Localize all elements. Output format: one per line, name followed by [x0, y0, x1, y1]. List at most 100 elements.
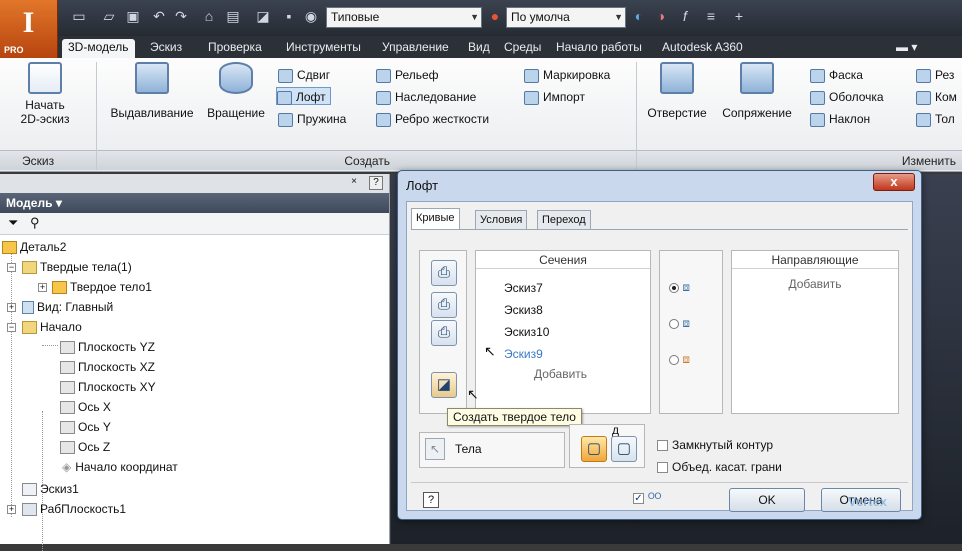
help-icon[interactable]: ? [369, 176, 383, 190]
tab-conditions[interactable]: Условия [475, 210, 528, 230]
tab-manage[interactable]: Управление [376, 39, 455, 58]
home-icon[interactable]: ⌂ [200, 8, 218, 25]
tree-node-sketch1[interactable]: Эскиз1 [22, 479, 79, 499]
output-solid-icon[interactable]: ▢ [581, 436, 607, 462]
section-item[interactable]: Эскиз9 [504, 347, 543, 361]
tree-node-solid-bodies[interactable]: Твердые тела(1) [22, 257, 132, 277]
new-file-icon[interactable]: ▭ [70, 8, 88, 25]
adjust-icon[interactable]: ◐ [630, 8, 648, 25]
move-up-icon[interactable]: ⎙ [431, 260, 457, 286]
chamfer-button[interactable]: Фаска [810, 66, 863, 84]
appearance-combo[interactable]: По умолча ▼ [506, 7, 626, 28]
tab-curves[interactable]: Кривые [411, 208, 460, 230]
ribbon-options-icon[interactable]: ▬ ▾ [890, 39, 923, 58]
sketch-panel-title[interactable]: Эскиз [0, 150, 96, 170]
sections-list[interactable]: Сечения Эскиз7 Эскиз8 Эскиз10 Эскиз9 ↖ Д… [475, 250, 651, 414]
checkbox-checked[interactable]: ✓ [633, 493, 644, 505]
start-2d-sketch-button[interactable]: Начать 2D-эскиз [10, 62, 80, 126]
loft-type-area[interactable]: ⧈ [669, 352, 690, 367]
materials-icon[interactable]: ◉ [302, 8, 320, 25]
split-button[interactable]: Рез [916, 66, 954, 84]
tab-get-started[interactable]: Начало работы [550, 39, 648, 58]
parameters-icon[interactable]: f [676, 8, 694, 25]
open-file-icon[interactable]: ▱ [100, 8, 118, 25]
tree-node-axis-z[interactable]: Ось Z [60, 437, 110, 457]
tree-node-view[interactable]: Вид: Главный [22, 297, 113, 317]
tree-node-axis-x[interactable]: Ось X [60, 397, 111, 417]
collapse-icon[interactable]: − [7, 323, 16, 332]
redo-icon[interactable]: ↷ [172, 8, 190, 25]
tab-a360[interactable]: Autodesk A360 [656, 39, 749, 58]
emboss-button[interactable]: Рельеф [376, 66, 439, 84]
radio-button[interactable] [669, 318, 679, 329]
thicken-button[interactable]: Тол [916, 110, 955, 128]
tab-environments[interactable]: Среды [498, 39, 547, 58]
tab-transition[interactable]: Переход [537, 210, 591, 230]
clear-override-icon[interactable]: ◑ [652, 8, 670, 25]
rails-add[interactable]: Добавить [732, 277, 898, 291]
sweep-button[interactable]: Сдвиг [278, 66, 330, 84]
rails-list[interactable]: Направляющие Добавить [731, 250, 899, 414]
draft-button[interactable]: Наклон [810, 110, 870, 128]
tree-node-plane-xy[interactable]: Плоскость XY [60, 377, 156, 397]
lines-icon[interactable]: ≡ [702, 8, 720, 25]
output-surface-icon[interactable]: ▢ [611, 436, 637, 462]
loft-type-centerline[interactable]: ⧈ [669, 316, 690, 331]
tab-tools[interactable]: Инструменты [280, 39, 367, 58]
tab-inspect[interactable]: Проверка [202, 39, 268, 58]
browser-header[interactable]: Модель ▾ [0, 193, 389, 213]
tree-node-workplane1[interactable]: РабПлоскость1 [22, 499, 126, 519]
closed-loop-option[interactable]: Замкнутый контур [657, 438, 773, 452]
fillet-button[interactable]: Сопряжение [710, 62, 804, 120]
radio-button[interactable] [669, 282, 679, 293]
app-menu-button[interactable]: I PRO [0, 0, 58, 58]
help-icon[interactable]: ? [423, 492, 439, 508]
section-item[interactable]: Эскиз8 [504, 303, 543, 317]
select-arrow-icon[interactable]: ↖ [425, 438, 445, 460]
create-panel-title[interactable]: Создать [97, 150, 636, 170]
dialog-close-button[interactable]: x [873, 173, 915, 191]
loft-button[interactable]: Лофт [276, 87, 331, 105]
tree-node-origin[interactable]: Начало [22, 317, 82, 337]
update-icon[interactable]: ▤ [224, 8, 242, 25]
move-icon[interactable]: ⎙ [431, 292, 457, 318]
derive-button[interactable]: Наследование [376, 88, 476, 106]
section-item[interactable]: Эскиз7 [504, 281, 543, 295]
checkbox[interactable] [657, 462, 668, 474]
expand-icon[interactable]: + [38, 283, 47, 292]
collapse-icon[interactable]: − [7, 263, 16, 272]
coil-button[interactable]: Пружина [278, 110, 346, 128]
style-combo[interactable]: Типовые ▼ [326, 7, 482, 28]
hole-button[interactable]: Отверстие [642, 62, 712, 120]
tree-node-center-point[interactable]: ◈ Начало координат [62, 457, 178, 477]
sections-add[interactable]: Добавить [534, 367, 587, 381]
extrude-button[interactable]: Выдавливание [102, 62, 202, 120]
preview-toggle[interactable]: ✓ ᴼᴼ [633, 490, 661, 505]
rib-button[interactable]: Ребро жесткости [376, 110, 489, 128]
plus-icon[interactable]: + [730, 8, 748, 25]
tree-node-axis-y[interactable]: Ось Y [60, 417, 111, 437]
tree-node-plane-xz[interactable]: Плоскость XZ [60, 357, 155, 377]
loft-type-rails[interactable]: ⧈ [669, 280, 690, 295]
shell-button[interactable]: Оболочка [810, 88, 884, 106]
section-item[interactable]: Эскиз10 [504, 325, 549, 339]
checkbox[interactable] [657, 440, 668, 452]
tab-sketch[interactable]: Эскиз [144, 39, 188, 58]
undo-icon[interactable]: ↶ [150, 8, 168, 25]
tree-node-part[interactable]: Деталь2 [2, 237, 66, 257]
revolve-button[interactable]: Вращение [200, 62, 272, 120]
filter-icon[interactable]: ⏷ [8, 215, 18, 231]
decal-button[interactable]: Маркировка [524, 66, 610, 84]
binoculars-icon[interactable]: ⚲ [30, 215, 40, 231]
import-button[interactable]: Импорт [524, 88, 585, 106]
create-solid-icon[interactable]: ◪ [431, 372, 457, 398]
merge-faces-option[interactable]: Объед. касат. грани [657, 460, 782, 474]
expand-icon[interactable]: + [7, 303, 16, 312]
move-down-icon[interactable]: ⎙ [431, 320, 457, 346]
modify-panel-title[interactable]: Изменить [637, 150, 962, 170]
save-icon[interactable]: ▣ [124, 8, 142, 25]
combine-button[interactable]: Ком [916, 88, 957, 106]
close-icon[interactable]: × [351, 176, 357, 187]
radio-button[interactable] [669, 354, 679, 365]
ok-button[interactable]: OK [729, 488, 805, 512]
